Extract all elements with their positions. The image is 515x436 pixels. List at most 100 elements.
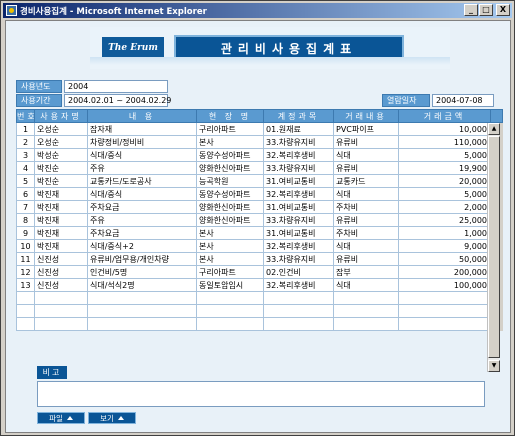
cell-description: 주차요금	[87, 226, 197, 240]
file-button[interactable]: 파일	[37, 412, 85, 424]
table-row[interactable]: 3 박성순 식대/중식 동양수성아파트 32.복리후생비 식대 5,000	[16, 148, 503, 162]
cell-no: 2	[16, 135, 35, 149]
cell-description: 식대/중식+2	[87, 239, 197, 253]
cell-site: 양화한신아파트	[196, 161, 264, 175]
minimize-button[interactable]: _	[464, 4, 478, 16]
table-row[interactable]: 2 오성순 차량정비/정비비 본사 33.차량유지비 유류비 110,000	[16, 135, 503, 149]
cell-description: 교통카드/도로공사	[87, 174, 197, 188]
cell-site: 본사	[196, 239, 264, 253]
scroll-down-icon[interactable]: ▼	[488, 360, 500, 372]
cell-site: 본사	[196, 135, 264, 149]
cell-amount: 2,000	[398, 200, 491, 214]
table-row[interactable]: 7 박진재 주차요금 양화한신아파트 31.여비교통비 주차비 2,000	[16, 200, 503, 214]
browser-window: 경비사용집계 - Microsoft Internet Explorer _ □…	[0, 0, 515, 436]
cell-no: 12	[16, 265, 35, 279]
cell-user: 신진성	[34, 265, 88, 279]
cell-description: 식대/중식	[87, 148, 197, 162]
cell-user: 박성순	[34, 148, 88, 162]
empty-cell	[333, 291, 399, 305]
period-field[interactable]: 2004.02.01 ~ 2004.02.29	[64, 94, 171, 107]
cell-amount: 5,000	[398, 148, 491, 162]
empty-cell	[34, 304, 88, 318]
remarks-label: 비고	[37, 366, 67, 379]
year-label: 사용년도	[16, 80, 62, 93]
table-row[interactable]: 10 박진재 식대/중식+2 본사 32.복리후생비 식대 9,000	[16, 239, 503, 253]
cell-description: 식대/석식2명	[87, 278, 197, 292]
cell-description: 주유	[87, 161, 197, 175]
cell-site: 양화한신아파트	[196, 200, 264, 214]
cell-no: 4	[16, 161, 35, 175]
table-header-row: 번호 사용자명 내 용 현 장 명 계정과목 거래내용 거래금액	[16, 109, 503, 123]
cell-amount: 110,000	[398, 135, 491, 149]
empty-cell	[16, 291, 35, 305]
title-bar[interactable]: 경비사용집계 - Microsoft Internet Explorer _ □…	[3, 3, 512, 18]
cell-no: 5	[16, 174, 35, 188]
cell-transaction: 유류비	[333, 213, 399, 227]
cell-account: 33.차량유지비	[263, 252, 334, 266]
cell-user: 박진재	[34, 239, 88, 253]
table-row[interactable]: 4 박진순 주유 양화한신아파트 33.차량유지비 유류비 19,900	[16, 161, 503, 175]
col-user: 사용자명	[34, 109, 88, 123]
empty-cell	[87, 304, 197, 318]
col-account: 계정과목	[263, 109, 334, 123]
cell-user: 박진재	[34, 226, 88, 240]
empty-cell	[263, 317, 334, 331]
table-row[interactable]: 1 오성순 잡자재 구리아파트 01.원재료 PVC파이프 10,000	[16, 122, 503, 136]
empty-cell	[398, 304, 491, 318]
menu-up-icon	[117, 416, 124, 420]
table-row[interactable]: 5 박진순 교통카드/도로공사 능곡학원 31.여비교통비 교통카드 20,000	[16, 174, 503, 188]
close-button[interactable]: X	[496, 4, 510, 16]
table-row[interactable]: 11 신진성 유류비/업무용/개인차량 본사 33.차량유지비 유류비 50,000	[16, 252, 503, 266]
table-row[interactable]: 9 박진재 주차요금 본사 31.여비교통비 주차비 1,000	[16, 226, 503, 240]
cell-account: 31.여비교통비	[263, 174, 334, 188]
cell-no: 1	[16, 122, 35, 136]
file-button-label: 파일	[49, 413, 63, 423]
cell-site: 동양수성아파트	[196, 187, 264, 201]
cell-transaction: PVC파이프	[333, 122, 399, 136]
view-button-label: 보기	[100, 413, 114, 423]
cell-account: 32.복리후생비	[263, 148, 334, 162]
table-scrollbar[interactable]: ▲ ▼	[487, 123, 500, 372]
cell-amount: 25,000	[398, 213, 491, 227]
table-row[interactable]: 8 박진재 주유 양화한신아파트 33.차량유지비 유류비 25,000	[16, 213, 503, 227]
cell-amount: 20,000	[398, 174, 491, 188]
cell-transaction: 식대	[333, 148, 399, 162]
cell-transaction: 식대	[333, 239, 399, 253]
menu-up-icon	[66, 416, 73, 420]
cell-user: 오성순	[34, 122, 88, 136]
remarks-field[interactable]	[37, 381, 485, 407]
year-field[interactable]: 2004	[64, 80, 168, 93]
table-row[interactable]: 6 박진재 식대/중식 동양수성아파트 32.복리후생비 식대 5,000	[16, 187, 503, 201]
expense-table: 번호 사용자명 내 용 현 장 명 계정과목 거래내용 거래금액 1오성순잡자재…	[16, 109, 503, 331]
scroll-up-icon[interactable]: ▲	[488, 123, 500, 135]
ie-app-icon	[6, 5, 17, 16]
col-transaction: 거래내용	[333, 109, 399, 123]
cell-user: 박진순	[34, 161, 88, 175]
cell-account: 33.차량유지비	[263, 135, 334, 149]
col-no: 번호	[16, 109, 35, 123]
cell-user: 신진성	[34, 252, 88, 266]
empty-cell	[196, 317, 264, 331]
cell-description: 잡자재	[87, 122, 197, 136]
cell-site: 구리아파트	[196, 265, 264, 279]
cell-transaction: 유류비	[333, 135, 399, 149]
cell-no: 11	[16, 252, 35, 266]
cell-amount: 10,000	[398, 122, 491, 136]
empty-cell	[263, 304, 334, 318]
cell-transaction: 주차비	[333, 226, 399, 240]
empty-cell	[87, 291, 197, 305]
maximize-button[interactable]: □	[479, 4, 493, 16]
cell-description: 인건비/5명	[87, 265, 197, 279]
view-button[interactable]: 보기	[88, 412, 136, 424]
window-title: 경비사용집계 - Microsoft Internet Explorer	[20, 6, 207, 17]
col-description: 내 용	[87, 109, 197, 123]
empty-cell	[263, 291, 334, 305]
cell-amount: 100,000	[398, 278, 491, 292]
cell-no: 7	[16, 200, 35, 214]
cell-user: 박진재	[34, 213, 88, 227]
table-row[interactable]: 12 신진성 인건비/5명 구리아파트 02.인건비 잡부 200,000	[16, 265, 503, 279]
scroll-thumb[interactable]	[488, 136, 500, 358]
empty-cell	[398, 291, 491, 305]
empty-cell	[34, 291, 88, 305]
table-row[interactable]: 13 신진성 식대/석식2명 동일토암임시 32.복리후생비 식대 100,000	[16, 278, 503, 292]
